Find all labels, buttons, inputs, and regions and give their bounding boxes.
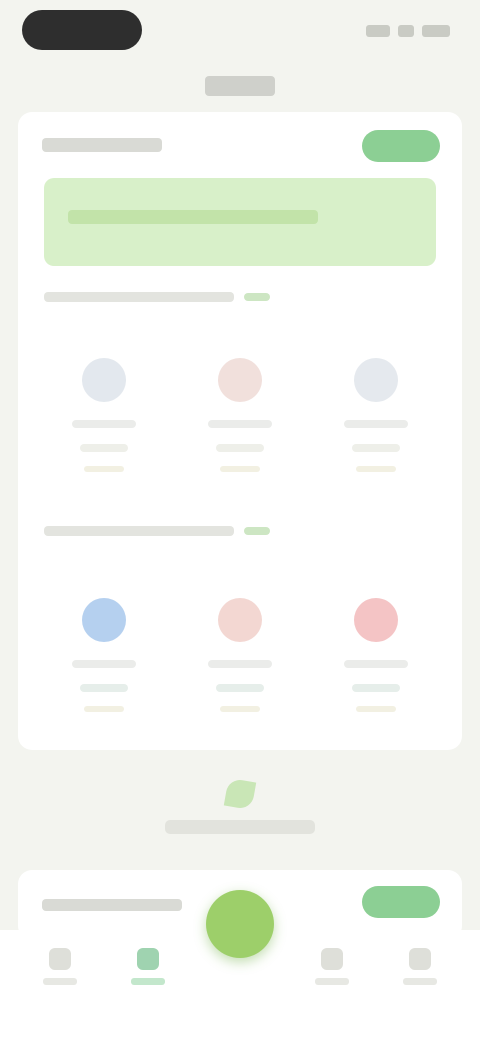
main-card-title	[42, 136, 162, 154]
tab-user[interactable]	[390, 948, 450, 998]
page-title-text	[205, 76, 275, 96]
main-card	[18, 112, 462, 750]
tab-label	[43, 978, 77, 985]
circle-icon	[354, 598, 398, 642]
status-icons	[366, 22, 450, 40]
tile-value	[352, 444, 400, 452]
section-2-title	[44, 526, 234, 537]
tile-label	[208, 660, 272, 668]
section-1-tile[interactable]	[180, 348, 300, 498]
person-icon	[218, 358, 262, 402]
banner-text-value	[68, 210, 318, 224]
tab-label	[131, 978, 165, 985]
circle-icon	[218, 598, 262, 642]
second-card-title	[42, 896, 182, 914]
person-icon	[82, 358, 126, 402]
tile-label	[72, 660, 136, 668]
home-icon	[49, 948, 71, 970]
section-2-tile[interactable]	[44, 588, 164, 738]
section-1-title	[44, 292, 234, 303]
second-card-title-text	[42, 898, 182, 911]
section-2-link[interactable]	[243, 527, 270, 536]
empty-state-label	[165, 820, 315, 834]
tile-value	[352, 684, 400, 692]
tile-value	[80, 684, 128, 692]
section-header-1	[44, 288, 424, 310]
empty-state	[0, 770, 480, 840]
tile-sub	[84, 706, 124, 712]
battery-icon	[422, 25, 450, 37]
main-card-title-text	[42, 137, 162, 152]
chart-icon	[137, 948, 159, 970]
section-1-tile[interactable]	[44, 348, 164, 498]
tile-value	[216, 684, 264, 692]
tile-value	[216, 444, 264, 452]
banner-text	[68, 210, 318, 224]
section-2-tile[interactable]	[316, 588, 436, 738]
tile-value	[80, 444, 128, 452]
section-header-2	[44, 522, 424, 544]
section-2-tile[interactable]	[180, 588, 300, 738]
section-2-grid	[44, 588, 436, 738]
message-icon	[321, 948, 343, 970]
tile-sub	[356, 706, 396, 712]
dynamic-island	[22, 10, 142, 50]
add-button[interactable]	[206, 890, 274, 958]
user-icon	[409, 948, 431, 970]
info-banner[interactable]	[44, 178, 436, 266]
tile-sub	[84, 466, 124, 472]
tab-chart[interactable]	[118, 948, 178, 998]
tile-label	[344, 420, 408, 428]
tab-message[interactable]	[302, 948, 362, 998]
leaf-icon	[223, 777, 257, 811]
status-bar	[0, 0, 480, 64]
section-1-link[interactable]	[243, 293, 270, 302]
signal-icon	[366, 25, 390, 37]
tile-label	[208, 420, 272, 428]
tab-home[interactable]	[30, 948, 90, 998]
wifi-icon	[398, 25, 414, 37]
main-card-action-button[interactable]	[362, 130, 440, 162]
page-title	[0, 76, 480, 104]
main-card-header	[42, 130, 440, 162]
person-icon	[354, 358, 398, 402]
section-1-grid	[44, 348, 436, 498]
tile-label	[344, 660, 408, 668]
tile-sub	[220, 466, 260, 472]
tab-label	[403, 978, 437, 985]
section-1-tile[interactable]	[316, 348, 436, 498]
tile-sub	[356, 466, 396, 472]
tile-sub	[220, 706, 260, 712]
tab-label	[315, 978, 349, 985]
circle-icon	[82, 598, 126, 642]
tile-label	[72, 420, 136, 428]
second-card-action-button[interactable]	[362, 886, 440, 918]
